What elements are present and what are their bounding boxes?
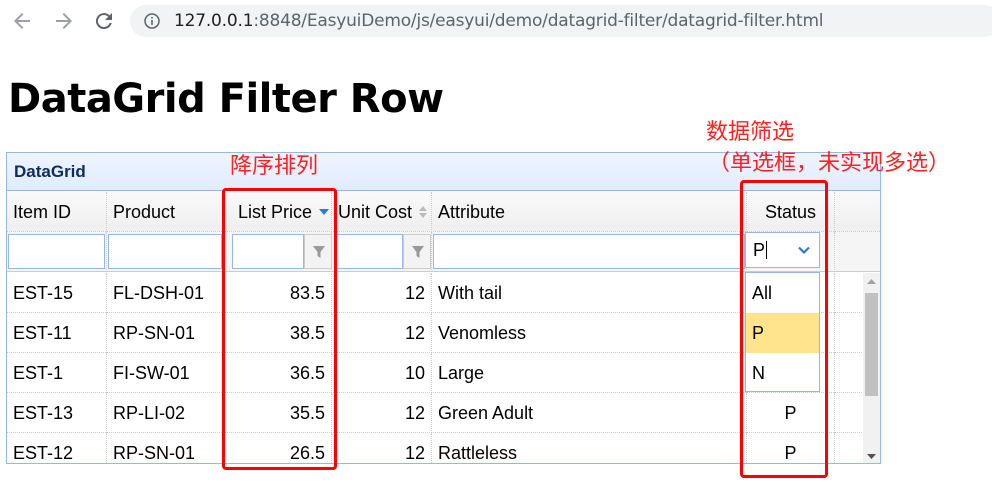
annotation-box-listprice xyxy=(222,188,337,470)
filter-cell-product xyxy=(107,232,224,272)
scroll-down-icon[interactable] xyxy=(863,448,880,463)
annotation-box-status xyxy=(740,180,828,478)
filter-button-unitcost[interactable] xyxy=(403,234,431,269)
scrollbar-thumb[interactable] xyxy=(865,293,878,396)
scroll-up-icon[interactable] xyxy=(863,273,880,290)
page-title: DataGrid Filter Row xyxy=(8,76,444,122)
column-header-itemid[interactable]: Item ID xyxy=(7,192,107,232)
cell-itemid: EST-15 xyxy=(7,273,107,313)
browser-toolbar: 127.0.0.1:8848/EasyuiDemo/js/easyui/demo… xyxy=(0,0,992,42)
cell-unitcost: 10 xyxy=(332,353,432,393)
cell-attribute: Venomless xyxy=(432,313,747,353)
filter-cell-unitcost xyxy=(332,232,432,272)
url-text: 127.0.0.1:8848/EasyuiDemo/js/easyui/demo… xyxy=(174,11,824,31)
info-icon[interactable] xyxy=(144,13,160,29)
cell-unitcost: 12 xyxy=(332,433,432,463)
cell-product: RP-SN-01 xyxy=(107,433,224,463)
cell-product: FI-SW-01 xyxy=(107,353,224,393)
address-bar[interactable]: 127.0.0.1:8848/EasyuiDemo/js/easyui/demo… xyxy=(130,5,992,37)
cell-attribute: Rattleless xyxy=(432,433,747,463)
cell-unitcost: 12 xyxy=(332,313,432,353)
cell-attribute: Green Adult xyxy=(432,393,747,433)
cell-product: FL-DSH-01 xyxy=(107,273,224,313)
filter-cell-itemid xyxy=(7,232,107,272)
cell-itemid: EST-13 xyxy=(7,393,107,433)
filter-input-itemid[interactable] xyxy=(8,234,105,269)
column-header-product[interactable]: Product xyxy=(107,192,224,232)
filter-cell-attribute xyxy=(432,232,747,272)
filter-input-unitcost[interactable] xyxy=(334,234,403,269)
vertical-scrollbar[interactable] xyxy=(863,273,880,463)
column-header-attribute[interactable]: Attribute xyxy=(432,192,747,232)
sort-both-icon xyxy=(419,206,428,218)
cell-product: RP-SN-01 xyxy=(107,313,224,353)
annotation-filter-note: 数据筛选 xyxy=(706,120,795,145)
cell-attribute: Large xyxy=(432,353,747,393)
annotation-filter-subnote: （单选框，未实现多选） xyxy=(708,151,951,176)
cell-itemid: EST-12 xyxy=(7,433,107,463)
column-header-unitcost[interactable]: Unit Cost xyxy=(332,192,432,232)
cell-itemid: EST-1 xyxy=(7,353,107,393)
filter-input-product[interactable] xyxy=(108,234,222,269)
filter-icon xyxy=(412,246,424,258)
forward-icon[interactable] xyxy=(52,9,76,33)
filter-input-attribute[interactable] xyxy=(433,234,745,269)
cell-unitcost: 12 xyxy=(332,273,432,313)
cell-unitcost: 12 xyxy=(332,393,432,433)
annotation-sort-note: 降序排列 xyxy=(230,154,319,179)
reload-icon[interactable] xyxy=(92,9,116,33)
back-icon[interactable] xyxy=(10,9,34,33)
cell-product: RP-LI-02 xyxy=(107,393,224,433)
cell-attribute: With tail xyxy=(432,273,747,313)
panel-title: DataGrid xyxy=(14,162,86,181)
cell-itemid: EST-11 xyxy=(7,313,107,353)
